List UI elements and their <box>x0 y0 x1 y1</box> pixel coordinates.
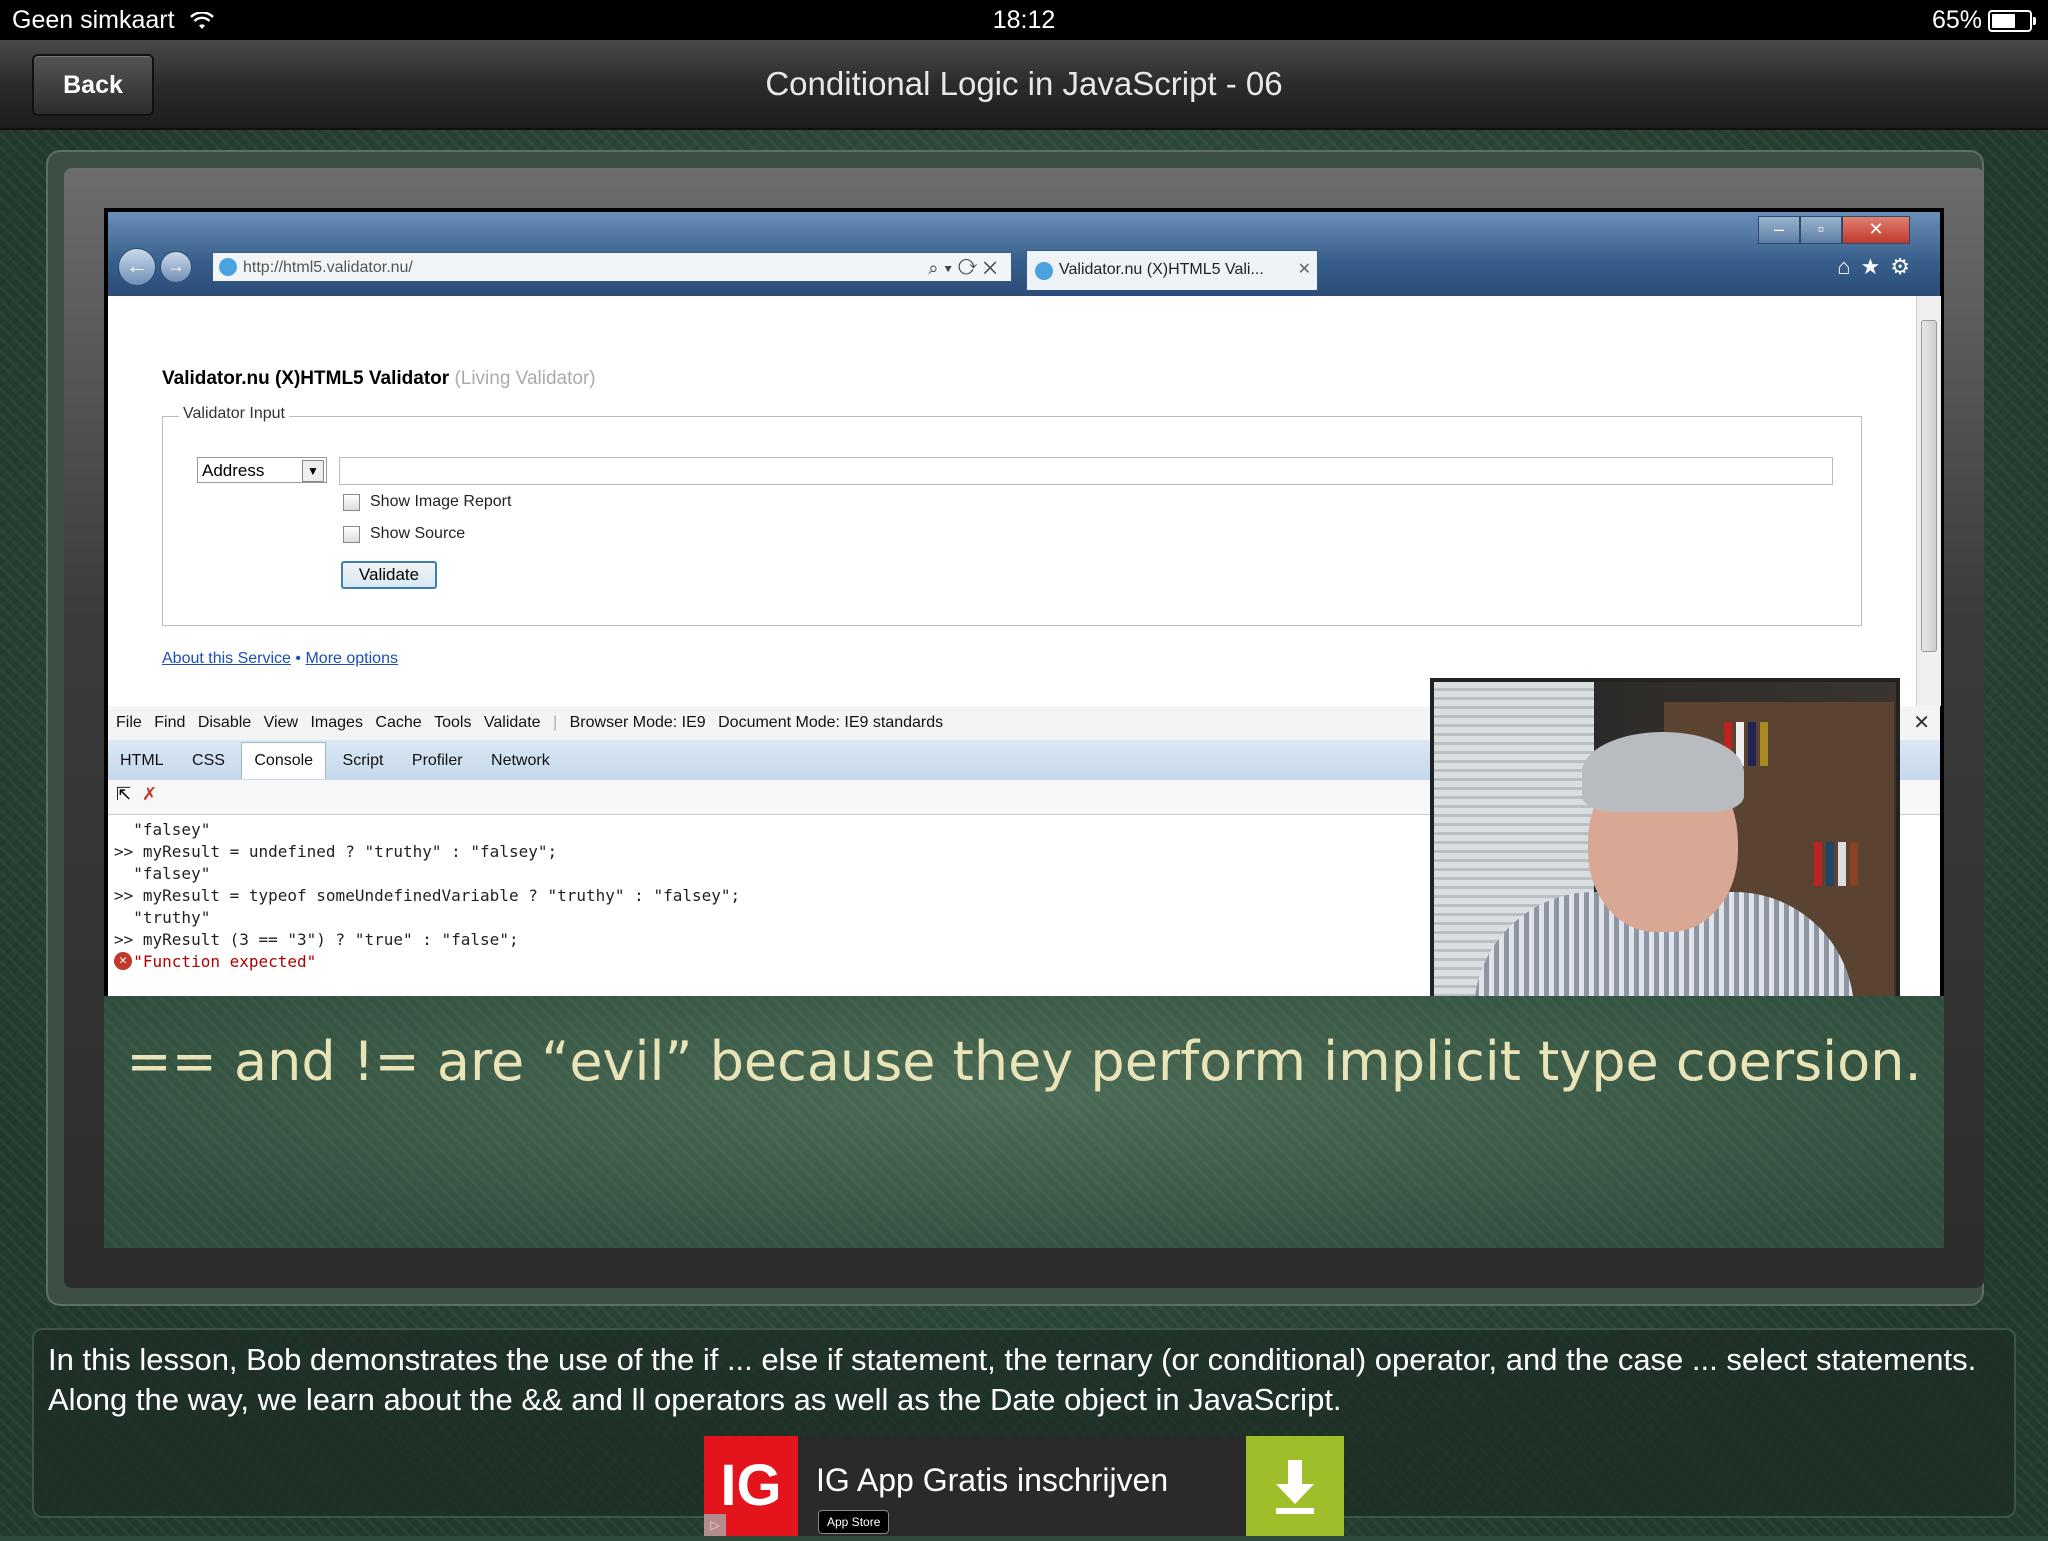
console-line: "falsey" <box>114 864 211 883</box>
download-icon <box>1276 1460 1314 1514</box>
devtools-menu-images: Images <box>310 714 363 731</box>
video-player[interactable]: – ▫ ✕ ← → http://html5.validator.nu/ ⌕▾⟳… <box>104 208 1944 1248</box>
console-output: "falsey" >> myResult = undefined ? "trut… <box>108 816 1118 996</box>
book <box>1760 722 1768 766</box>
chalkboard-caption: == and != are “evil” because they perfor… <box>104 996 1944 1248</box>
console-line: "falsey" <box>114 820 211 839</box>
validator-input-fieldset: Validator Input Address ▼ Show Image Rep… <box>162 405 1862 626</box>
browser-tab: Validator.nu (X)HTML5 Vali... ✕ <box>1026 250 1318 290</box>
devtools-tab-script: Script <box>342 752 384 769</box>
devtools-tab-profiler: Profiler <box>411 752 463 769</box>
lesson-title: Conditional Logic in JavaScript - 06 <box>765 65 1283 102</box>
devtools-menu-file: File <box>116 714 142 731</box>
navigation-bar: Conditional Logic in JavaScript - 06 Bac… <box>0 40 2048 130</box>
battery-percent: 65% <box>1931 6 1982 34</box>
url-input <box>339 457 1833 485</box>
window-controls: – ▫ ✕ <box>1758 216 1910 244</box>
browser-toolbar-icons: ⌂★⚙ <box>1837 254 1920 279</box>
close-icon: ✕ <box>1842 216 1910 244</box>
instructor-hair <box>1582 732 1744 812</box>
app-store-badge[interactable]: App Store <box>818 1510 890 1534</box>
devtools-close-icon: ✕ <box>1913 712 1930 734</box>
browser-back-icon: ← <box>118 248 156 286</box>
browser-chrome: – ▫ ✕ ← → http://html5.validator.nu/ ⌕▾⟳… <box>108 212 1940 296</box>
restore-icon: ▫ <box>1800 216 1842 244</box>
ie-icon <box>219 258 237 276</box>
status-bar: Geen simkaart 18:12 65% <box>0 0 2048 40</box>
show-source-row: Show Source <box>343 525 465 543</box>
footer-links: About this Service • More options <box>162 650 398 668</box>
ad-banner[interactable]: IG IG App Gratis inschrijven App Store ▷ <box>704 1436 1344 1536</box>
clear-console-icon: ✗ <box>142 784 158 804</box>
address-url: http://html5.validator.nu/ <box>243 259 413 276</box>
checkbox-show-source <box>343 525 360 543</box>
tab-title: Validator.nu (X)HTML5 Vali... <box>1059 261 1264 278</box>
book <box>1850 842 1858 886</box>
console-line: >> myResult = undefined ? "truthy" : "fa… <box>114 842 558 861</box>
input-type-select: Address ▼ <box>197 457 327 483</box>
devtools-tab-css: CSS <box>192 752 225 769</box>
checkbox-label: Show Source <box>370 525 466 542</box>
devtools-tab-console: Console <box>241 742 327 779</box>
address-tools-icon: ⌕▾⟳✕ <box>928 258 1003 278</box>
devtools-menu-find: Find <box>154 714 186 731</box>
lesson-description: In this lesson, Bob demonstrates the use… <box>48 1342 1977 1417</box>
book <box>1826 842 1834 886</box>
validator-page: Validator.nu (X)HTML5 Validator (Living … <box>108 296 1916 706</box>
validate-button: Validate <box>341 561 437 589</box>
select-value: Address <box>202 461 265 480</box>
tab-ie-icon <box>1035 262 1053 280</box>
document-mode: Document Mode: IE9 standards <box>718 714 944 731</box>
battery-icon <box>1988 9 2036 32</box>
console-line: >> myResult = typeof someUndefinedVariab… <box>114 886 741 905</box>
validator-title-text: Validator.nu (X)HTML5 Validator <box>162 368 450 389</box>
book <box>1814 842 1822 886</box>
download-button[interactable] <box>1246 1436 1344 1536</box>
page-scrollbar <box>1916 296 1941 706</box>
devtools-tab-html: HTML <box>120 752 164 769</box>
fieldset-legend: Validator Input <box>179 405 289 423</box>
devtools-menu-cache: Cache <box>375 714 422 731</box>
more-options-link: More options <box>305 650 398 667</box>
devtools-menu-validate: Validate <box>483 714 541 731</box>
console-line: "truthy" <box>114 908 211 927</box>
validator-title: Validator.nu (X)HTML5 Validator (Living … <box>162 368 596 390</box>
battery-fill <box>1992 13 2016 28</box>
link-separator: • <box>295 650 302 667</box>
devtools-menu-tools: Tools <box>434 714 472 731</box>
battery-indicator: 65% <box>1931 6 2036 35</box>
console-error-line: "Function expected" <box>114 952 317 971</box>
ad-choices-icon[interactable]: ▷ <box>704 1514 726 1536</box>
checkbox-image-report <box>343 493 360 511</box>
browser-mode: Browser Mode: IE9 <box>569 714 706 731</box>
browser-forward-icon: → <box>160 251 192 283</box>
chevron-down-icon: ▼ <box>302 460 324 482</box>
devtools-menu-view: View <box>263 714 299 731</box>
address-bar: http://html5.validator.nu/ ⌕▾⟳✕ <box>212 252 1012 282</box>
caption-text: == and != are “evil” because they perfor… <box>126 1030 1922 1093</box>
validator-subtitle: (Living Validator) <box>454 368 596 389</box>
ad-text: IG App Gratis inschrijven <box>816 1462 1169 1498</box>
devtools-menu-disable: Disable <box>197 714 252 731</box>
book <box>1748 722 1756 766</box>
tab-close-icon: ✕ <box>1297 261 1311 278</box>
book <box>1838 842 1846 886</box>
clock: 18:12 <box>992 6 1056 34</box>
scrollbar-thumb <box>1921 320 1937 652</box>
minimize-icon: – <box>1758 216 1800 244</box>
devtools-tab-network: Network <box>491 752 550 769</box>
about-link: About this Service <box>162 650 291 667</box>
select-element-icon: ⇱ <box>116 784 132 804</box>
instructor-webcam <box>1430 678 1900 1050</box>
checkbox-label: Show Image Report <box>370 493 512 510</box>
console-line: >> myResult (3 == "3") ? "true" : "false… <box>114 930 519 949</box>
show-image-report-row: Show Image Report <box>343 493 511 511</box>
back-button[interactable]: Back <box>32 54 154 116</box>
app-store-label: App Store <box>827 1515 881 1529</box>
menu-divider: | <box>553 714 558 731</box>
